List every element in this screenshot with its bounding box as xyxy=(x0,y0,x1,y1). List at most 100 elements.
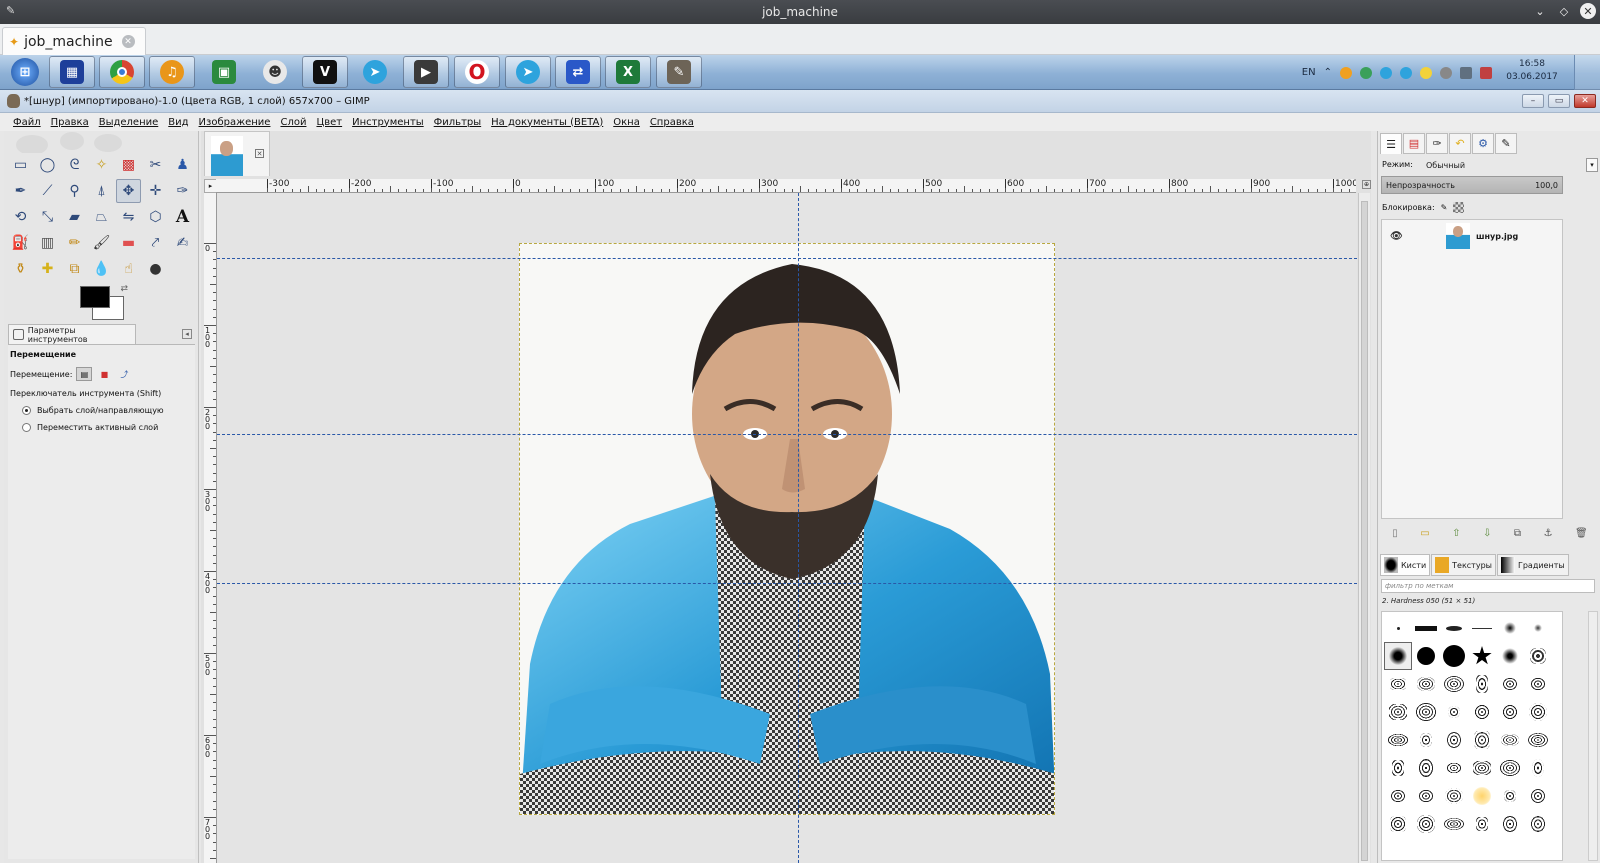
rect-select-tool-icon[interactable]: ▭ xyxy=(8,153,33,177)
taskbar-app-orange[interactable]: ♫ xyxy=(149,56,195,88)
brush-preview[interactable] xyxy=(1496,698,1524,726)
shear-tool-icon[interactable]: ▰ xyxy=(62,205,87,229)
clock[interactable]: 16:58 03.06.2017 xyxy=(1502,58,1562,84)
brush-preview[interactable] xyxy=(1524,642,1552,670)
image-tab[interactable]: ✕ xyxy=(204,131,270,176)
menu-view[interactable]: Вид xyxy=(163,117,193,128)
canvas-vertical-scrollbar[interactable] xyxy=(1358,193,1370,863)
undo-tab-icon[interactable]: ↶ xyxy=(1449,133,1471,154)
brush-preview[interactable] xyxy=(1468,670,1496,698)
dodge-burn-tool-icon[interactable]: ● xyxy=(143,257,168,281)
brush-preview[interactable] xyxy=(1412,698,1440,726)
move-tool-icon[interactable]: ✥ xyxy=(116,179,141,203)
foreground-select-tool-icon[interactable]: ♟ xyxy=(170,153,195,177)
rotate-tool-icon[interactable]: ⟲ xyxy=(8,205,33,229)
brush-preview[interactable] xyxy=(1412,726,1440,754)
bucket-fill-tool-icon[interactable]: ⛽ xyxy=(8,231,33,255)
brush-preview[interactable] xyxy=(1440,726,1468,754)
brush-preview[interactable] xyxy=(1496,642,1524,670)
tray-icon-1[interactable] xyxy=(1340,66,1352,79)
brush-preview[interactable] xyxy=(1440,698,1468,726)
fuzzy-select-tool-icon[interactable]: ✧ xyxy=(89,153,114,177)
brush-preview[interactable] xyxy=(1468,726,1496,754)
brush-preview[interactable] xyxy=(1440,670,1468,698)
tray-icon-2[interactable] xyxy=(1360,66,1372,79)
brush-preview[interactable] xyxy=(1440,614,1468,642)
vertical-ruler[interactable]: 0 100 200 300 400 500 600 700 xyxy=(204,193,217,863)
gimp-minimize-icon[interactable]: – xyxy=(1522,94,1544,108)
language-indicator[interactable]: EN xyxy=(1302,67,1316,78)
menu-to-documents[interactable]: На документы (BETA) xyxy=(486,117,608,128)
patterns-tab[interactable]: Текстуры xyxy=(1431,554,1496,576)
lock-pixels-icon[interactable]: ✎ xyxy=(1441,203,1448,212)
brushes-tab[interactable]: Кисти xyxy=(1380,554,1431,576)
brush-preview[interactable] xyxy=(1412,642,1440,670)
menu-select[interactable]: Выделение xyxy=(94,117,164,128)
radio-move-active[interactable]: Переместить активный слой xyxy=(22,423,193,432)
brush-preview[interactable] xyxy=(1468,782,1496,810)
gradients-tab[interactable]: Градиенты xyxy=(1496,554,1569,576)
brush-preview[interactable] xyxy=(1524,754,1552,782)
layer-image[interactable] xyxy=(519,243,1055,815)
image-canvas[interactable] xyxy=(217,193,1357,863)
canvas-scroll-thumb[interactable] xyxy=(1361,201,1368,861)
menu-file[interactable]: Файл xyxy=(8,117,46,128)
menu-filters[interactable]: Фильтры xyxy=(429,117,486,128)
taskbar-app-media[interactable]: ▶ xyxy=(403,56,449,88)
taskbar-app-1[interactable]: ▦ xyxy=(49,56,95,88)
guide-horizontal-3[interactable] xyxy=(217,583,1357,584)
taskbar-app-remote[interactable]: ▣ xyxy=(201,56,247,88)
brush-grid-scrollbar[interactable] xyxy=(1588,611,1598,861)
brush-preview[interactable] xyxy=(1440,810,1468,838)
brush-preview[interactable] xyxy=(1384,810,1412,838)
mode-select[interactable]: Обычный xyxy=(1426,158,1562,172)
menu-layer[interactable]: Слой xyxy=(275,117,311,128)
text-tool-icon[interactable]: A xyxy=(170,205,195,229)
perspective-tool-icon[interactable]: ⏢ xyxy=(89,205,114,229)
brush-preview[interactable] xyxy=(1384,754,1412,782)
brush-preview[interactable] xyxy=(1496,782,1524,810)
brush-preview[interactable] xyxy=(1524,698,1552,726)
brush-preview[interactable] xyxy=(1524,726,1552,754)
brush-preview[interactable] xyxy=(1384,726,1412,754)
session-tab[interactable]: ✦ job_machine ✕ xyxy=(2,27,146,55)
move-path-mode-icon[interactable]: ⤴ xyxy=(116,367,132,381)
tray-telegram-icon-2[interactable] xyxy=(1400,66,1412,79)
align-tool-icon[interactable]: ✛ xyxy=(143,179,168,203)
gimp-maximize-icon[interactable]: ▭ xyxy=(1548,94,1570,108)
menu-color[interactable]: Цвет xyxy=(311,117,347,128)
heal-tool-icon[interactable]: ✚ xyxy=(35,257,60,281)
brush-preview[interactable] xyxy=(1384,670,1412,698)
lock-alpha-icon[interactable] xyxy=(1453,202,1465,213)
brush-preview[interactable] xyxy=(1524,782,1552,810)
tray-volume-icon[interactable] xyxy=(1480,66,1492,79)
brush-preview[interactable] xyxy=(1440,754,1468,782)
gimp-close-icon[interactable]: ✕ xyxy=(1574,94,1596,108)
lower-layer-icon[interactable]: ⇩ xyxy=(1483,528,1491,544)
brush-preview[interactable] xyxy=(1524,670,1552,698)
menu-tools[interactable]: Инструменты xyxy=(347,117,429,128)
cage-tool-icon[interactable]: ⬡ xyxy=(143,205,168,229)
brush-preview[interactable] xyxy=(1468,698,1496,726)
start-button[interactable]: ⊞ xyxy=(2,56,48,88)
navigate-icon[interactable]: ⊕ xyxy=(1362,180,1371,189)
menu-image[interactable]: Изображение xyxy=(194,117,276,128)
measure-tool-icon[interactable]: ⍋ xyxy=(89,179,114,203)
tab-close-icon[interactable]: ✕ xyxy=(121,35,135,48)
taskbar-app-telegram[interactable]: ➤ xyxy=(352,56,398,88)
crop-tool-icon[interactable]: ✑ xyxy=(170,179,195,203)
taskbar-app-excel[interactable]: X xyxy=(605,56,651,88)
paths-tool-icon[interactable]: ✒ xyxy=(8,179,33,203)
scale-tool-icon[interactable]: ⤡ xyxy=(35,205,60,229)
panel-menu-icon[interactable]: ◂ xyxy=(182,329,192,339)
image-tab-close-icon[interactable]: ✕ xyxy=(255,149,264,158)
delete-layer-icon[interactable]: 🗑 xyxy=(1575,528,1588,544)
brush-preview[interactable] xyxy=(1468,614,1496,642)
brush-preview[interactable] xyxy=(1496,726,1524,754)
ellipse-select-tool-icon[interactable]: ◯ xyxy=(35,153,60,177)
pencil-tool-icon[interactable]: ✏ xyxy=(62,231,87,255)
swap-colors-icon[interactable]: ⇄ xyxy=(120,284,128,294)
taskbar-app-telegram-2[interactable]: ➤ xyxy=(505,56,551,88)
flip-tool-icon[interactable]: ⇋ xyxy=(116,205,141,229)
raise-layer-icon[interactable]: ⇧ xyxy=(1452,528,1460,544)
